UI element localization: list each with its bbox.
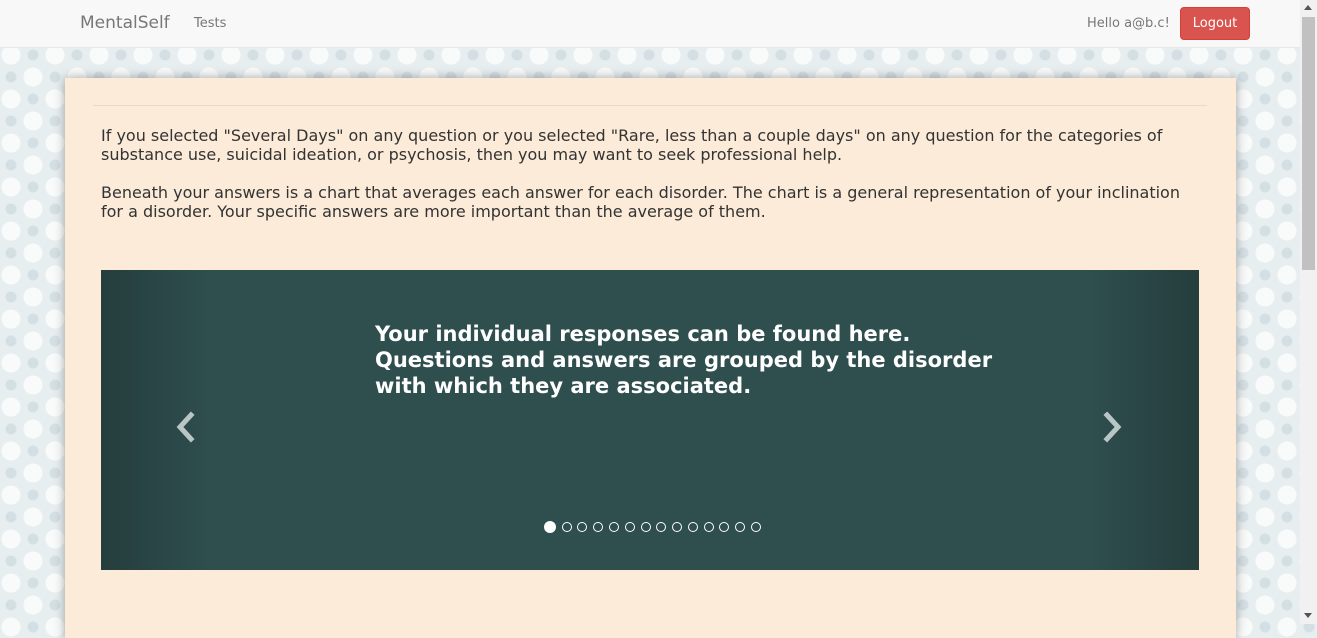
scroll-down-icon[interactable] <box>1304 613 1312 618</box>
intro-paragraph-2: Beneath your answers is a chart that ave… <box>101 183 1180 221</box>
carousel-indicator[interactable] <box>719 522 730 532</box>
carousel-indicator[interactable] <box>703 522 714 532</box>
carousel-next-button[interactable] <box>1101 409 1125 445</box>
carousel-indicators <box>541 521 764 536</box>
carousel-indicator[interactable] <box>640 522 651 532</box>
navbar: MentalSelf Tests Hello a@b.c! Logout <box>0 0 1300 48</box>
carousel-caption: Your individual responses can be found h… <box>375 322 993 398</box>
divider <box>93 105 1207 106</box>
carousel-indicator[interactable] <box>561 522 572 532</box>
logout-button[interactable]: Logout <box>1180 7 1250 40</box>
page-scrollbar[interactable] <box>1300 0 1317 624</box>
carousel-indicator[interactable] <box>624 522 635 532</box>
carousel-indicator[interactable] <box>672 522 683 532</box>
brand-link[interactable]: MentalSelf <box>80 13 170 33</box>
results-panel: If you selected "Several Days" on any qu… <box>65 78 1236 638</box>
carousel-indicator[interactable] <box>656 522 667 532</box>
chevron-left-icon <box>176 411 195 443</box>
scroll-up-icon[interactable] <box>1304 5 1312 10</box>
scrollbar-thumb[interactable] <box>1302 17 1315 270</box>
carousel-indicator[interactable] <box>543 521 556 533</box>
user-greeting: Hello a@b.c! <box>1087 16 1170 31</box>
carousel-indicator[interactable] <box>593 522 604 532</box>
carousel-indicator[interactable] <box>751 522 762 532</box>
responses-carousel: Your individual responses can be found h… <box>101 270 1199 570</box>
chevron-right-icon <box>1103 411 1122 443</box>
nav-link-tests[interactable]: Tests <box>194 16 226 31</box>
carousel-indicator[interactable] <box>609 522 620 532</box>
carousel-prev-button[interactable] <box>173 409 197 445</box>
carousel-indicator[interactable] <box>735 522 746 532</box>
intro-paragraph-1: If you selected "Several Days" on any qu… <box>101 126 1163 164</box>
carousel-indicator[interactable] <box>577 522 588 532</box>
carousel-indicator[interactable] <box>687 522 698 532</box>
